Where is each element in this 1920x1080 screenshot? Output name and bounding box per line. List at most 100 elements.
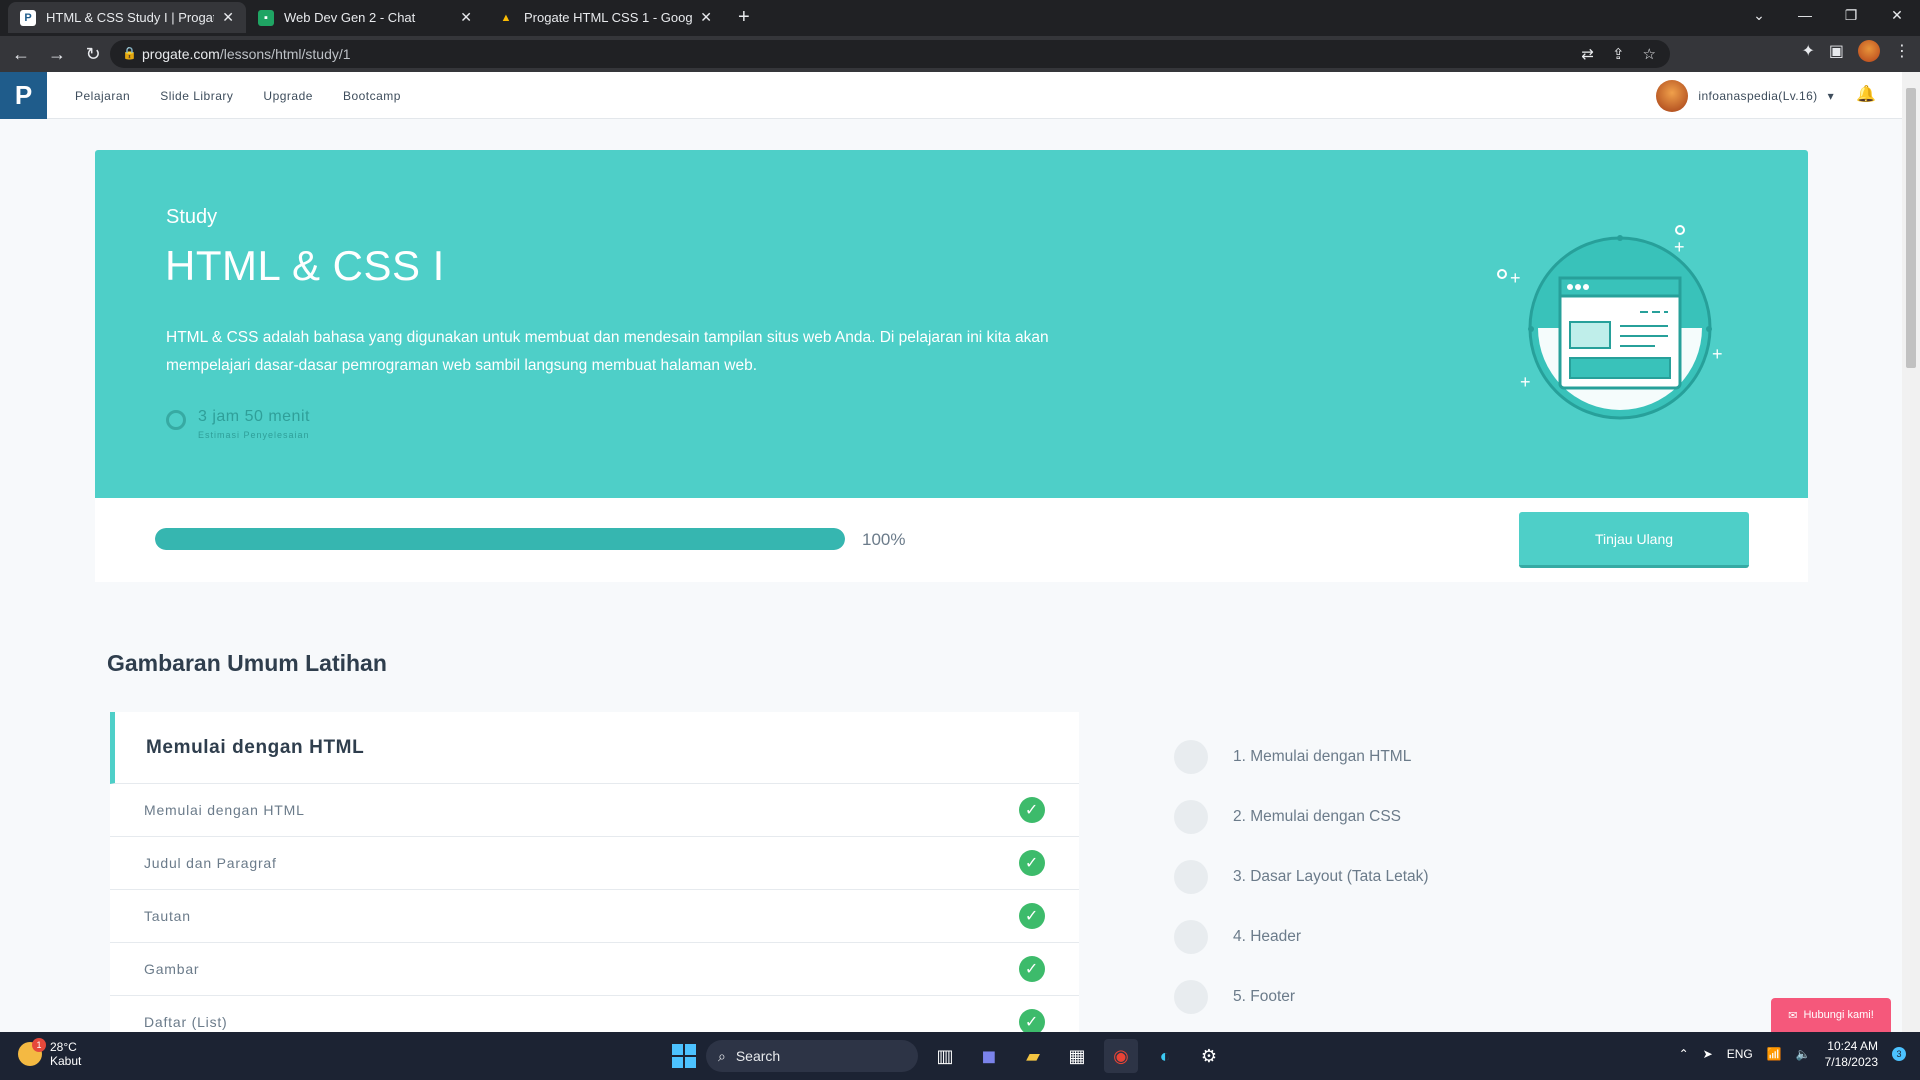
start-icon[interactable] (672, 1044, 696, 1068)
chevron-up-icon[interactable]: ⌃ (1679, 1047, 1689, 1061)
nav-link-bootcamp[interactable]: Bootcamp (343, 89, 401, 103)
chapter-label: 2. Memulai dengan CSS (1233, 808, 1402, 825)
contact-button[interactable]: ✉ Hubungi kami! (1771, 998, 1891, 1032)
file-explorer-icon[interactable]: ▰ (1016, 1039, 1050, 1073)
language-indicator[interactable]: ENG (1727, 1047, 1753, 1061)
browser-window-illustration: + + + + (1497, 225, 1723, 420)
progress-fill (155, 528, 845, 550)
chapter-label: 1. Memulai dengan HTML (1233, 748, 1412, 765)
minimize-icon[interactable]: — (1782, 0, 1828, 30)
progress-bar (155, 528, 845, 550)
course-description: HTML & CSS adalah bahasa yang digunakan … (166, 329, 1049, 374)
lesson-name: Memulai dengan HTML (144, 802, 305, 818)
tab-chat[interactable]: ▪ Web Dev Gen 2 - Chat ✕ (246, 2, 484, 33)
chapter-status-dot (1174, 740, 1208, 774)
omnibox-actions: ⇄ ⇪ ☆ (1581, 40, 1656, 68)
chrome-icon[interactable]: ◉ (1104, 1039, 1138, 1073)
lesson-row[interactable]: Daftar (List) ✓ (110, 996, 1079, 1032)
review-button[interactable]: Tinjau Ulang (1519, 512, 1749, 568)
chapter-item[interactable]: 3. Dasar Layout (Tata Letak) (1174, 847, 1429, 907)
lesson-row[interactable]: Gambar ✓ (110, 943, 1079, 996)
temperature: 28°C (50, 1040, 77, 1054)
url-path: /lessons/html/study/1 (219, 46, 351, 62)
browser-chrome: P HTML & CSS Study I | Progate - E ✕ ▪ W… (0, 0, 1920, 72)
progress-label: 100% (862, 530, 906, 549)
close-window-icon[interactable]: ✕ (1874, 0, 1920, 30)
teams-icon[interactable]: ◼ (972, 1039, 1006, 1073)
reload-icon[interactable]: ↻ (78, 44, 108, 65)
window-controls: ⌄ — ❐ ✕ (1736, 0, 1920, 30)
nav-link-upgrade[interactable]: Upgrade (263, 89, 313, 103)
svg-text:+: + (1674, 237, 1685, 257)
lesson-row[interactable]: Judul dan Paragraf ✓ (110, 837, 1079, 890)
chapter-status-dot (1174, 980, 1208, 1014)
tab-search-icon[interactable]: ⌄ (1736, 0, 1782, 30)
nav-link-pelajaran[interactable]: Pelajaran (75, 89, 130, 103)
profile-avatar[interactable] (1858, 40, 1880, 62)
scrollbar-thumb[interactable] (1906, 88, 1916, 368)
notification-badge[interactable]: 3 (1892, 1047, 1906, 1061)
edge-icon[interactable]: ◐ (1148, 1039, 1182, 1073)
checkmark-icon: ✓ (1019, 797, 1045, 823)
bell-icon[interactable]: 🔔 (1856, 84, 1876, 104)
user-menu[interactable]: infoanaspedia(Lv.16) ▾ (1656, 80, 1834, 112)
chapter-item[interactable]: 4. Header (1174, 907, 1429, 967)
close-tab-icon[interactable]: ✕ (700, 9, 712, 26)
checkmark-icon: ✓ (1019, 956, 1045, 982)
extensions-icon[interactable]: ✦ (1801, 41, 1814, 61)
duration-label: Estimasi Penyelesaian (198, 430, 310, 440)
location-icon[interactable]: ➤ (1703, 1047, 1713, 1061)
checkmark-icon: ✓ (1019, 1009, 1045, 1032)
store-icon[interactable]: ▦ (1060, 1039, 1094, 1073)
svg-text:+: + (1510, 268, 1521, 288)
lesson-card: Memulai dengan HTML Memulai dengan HTML ✓… (110, 712, 1079, 1032)
taskbar: 1 28°C Kabut ⌕ Search ▥ ◼ ▰ ▦ ◉ ◐ ⚙ ⌃ ➤ … (0, 1032, 1920, 1080)
progate-icon: P (20, 9, 36, 26)
page-scrollbar[interactable] (1902, 72, 1920, 1032)
progate-logo[interactable]: P (0, 72, 47, 119)
side-panel-icon[interactable]: ▣ (1829, 41, 1844, 61)
tab-title: Progate HTML CSS 1 - Google Dr (524, 10, 693, 25)
restore-icon[interactable]: ❐ (1828, 0, 1874, 30)
chapter-label: 3. Dasar Layout (Tata Letak) (1233, 868, 1429, 885)
weather-widget[interactable]: 1 28°C Kabut (18, 1038, 81, 1068)
settings-icon[interactable]: ⚙ (1192, 1039, 1226, 1073)
tab-progate[interactable]: P HTML & CSS Study I | Progate - E ✕ (8, 2, 246, 33)
lesson-row[interactable]: Tautan ✓ (110, 890, 1079, 943)
address-bar[interactable]: 🔒 progate.com/lessons/html/study/1 ⇄ ⇪ ☆ (110, 40, 1670, 68)
bookmark-star-icon[interactable]: ☆ (1643, 45, 1656, 63)
chapter-list: 1. Memulai dengan HTML 2. Memulai dengan … (1174, 727, 1429, 1027)
chat-icon: ▪ (258, 9, 274, 26)
chapter-item[interactable]: 2. Memulai dengan CSS (1174, 787, 1429, 847)
chapter-item[interactable]: 5. Footer (1174, 967, 1429, 1027)
drive-icon: ▲ (500, 11, 512, 24)
checkmark-icon: ✓ (1019, 850, 1045, 876)
back-icon[interactable]: ← (6, 44, 36, 65)
translate-icon[interactable]: ⇄ (1581, 45, 1594, 63)
task-view-icon[interactable]: ▥ (928, 1039, 962, 1073)
share-icon[interactable]: ⇪ (1612, 45, 1625, 63)
new-tab-icon[interactable]: + (738, 6, 750, 29)
volume-icon[interactable]: 🔈 (1796, 1047, 1811, 1061)
forward-icon[interactable]: → (42, 44, 72, 65)
tab-strip: P HTML & CSS Study I | Progate - E ✕ ▪ W… (0, 0, 1920, 33)
nav-link-slide-library[interactable]: Slide Library (160, 89, 233, 103)
clock[interactable]: 10:24 AM 7/18/2023 (1825, 1038, 1878, 1070)
stopwatch-icon (166, 410, 186, 430)
lock-icon[interactable]: 🔒 (122, 46, 137, 60)
wifi-icon[interactable]: 📶 (1767, 1047, 1782, 1061)
user-avatar (1656, 80, 1689, 112)
menu-kebab-icon[interactable]: ⋮ (1894, 41, 1910, 61)
taskbar-search[interactable]: ⌕ Search (706, 1040, 918, 1072)
page-viewport: P Pelajaran Slide Library Upgrade Bootca… (0, 72, 1920, 1032)
toolbar: ← → ↻ 🔒 progate.com/lessons/html/study/1… (0, 36, 1920, 72)
chapter-item[interactable]: 1. Memulai dengan HTML (1174, 727, 1429, 787)
course-hero: Study HTML & CSS I HTML & CSS adalah bah… (95, 150, 1808, 498)
chapter-label: 5. Footer (1233, 988, 1296, 1005)
contact-label: Hubungi kami! (1803, 1009, 1874, 1021)
chapter-status-dot (1174, 860, 1208, 894)
lesson-row[interactable]: Memulai dengan HTML ✓ (110, 784, 1079, 837)
close-tab-icon[interactable]: ✕ (222, 9, 234, 26)
close-tab-icon[interactable]: ✕ (460, 9, 472, 26)
tab-drive[interactable]: ▲ Progate HTML CSS 1 - Google Dr ✕ (486, 2, 724, 33)
